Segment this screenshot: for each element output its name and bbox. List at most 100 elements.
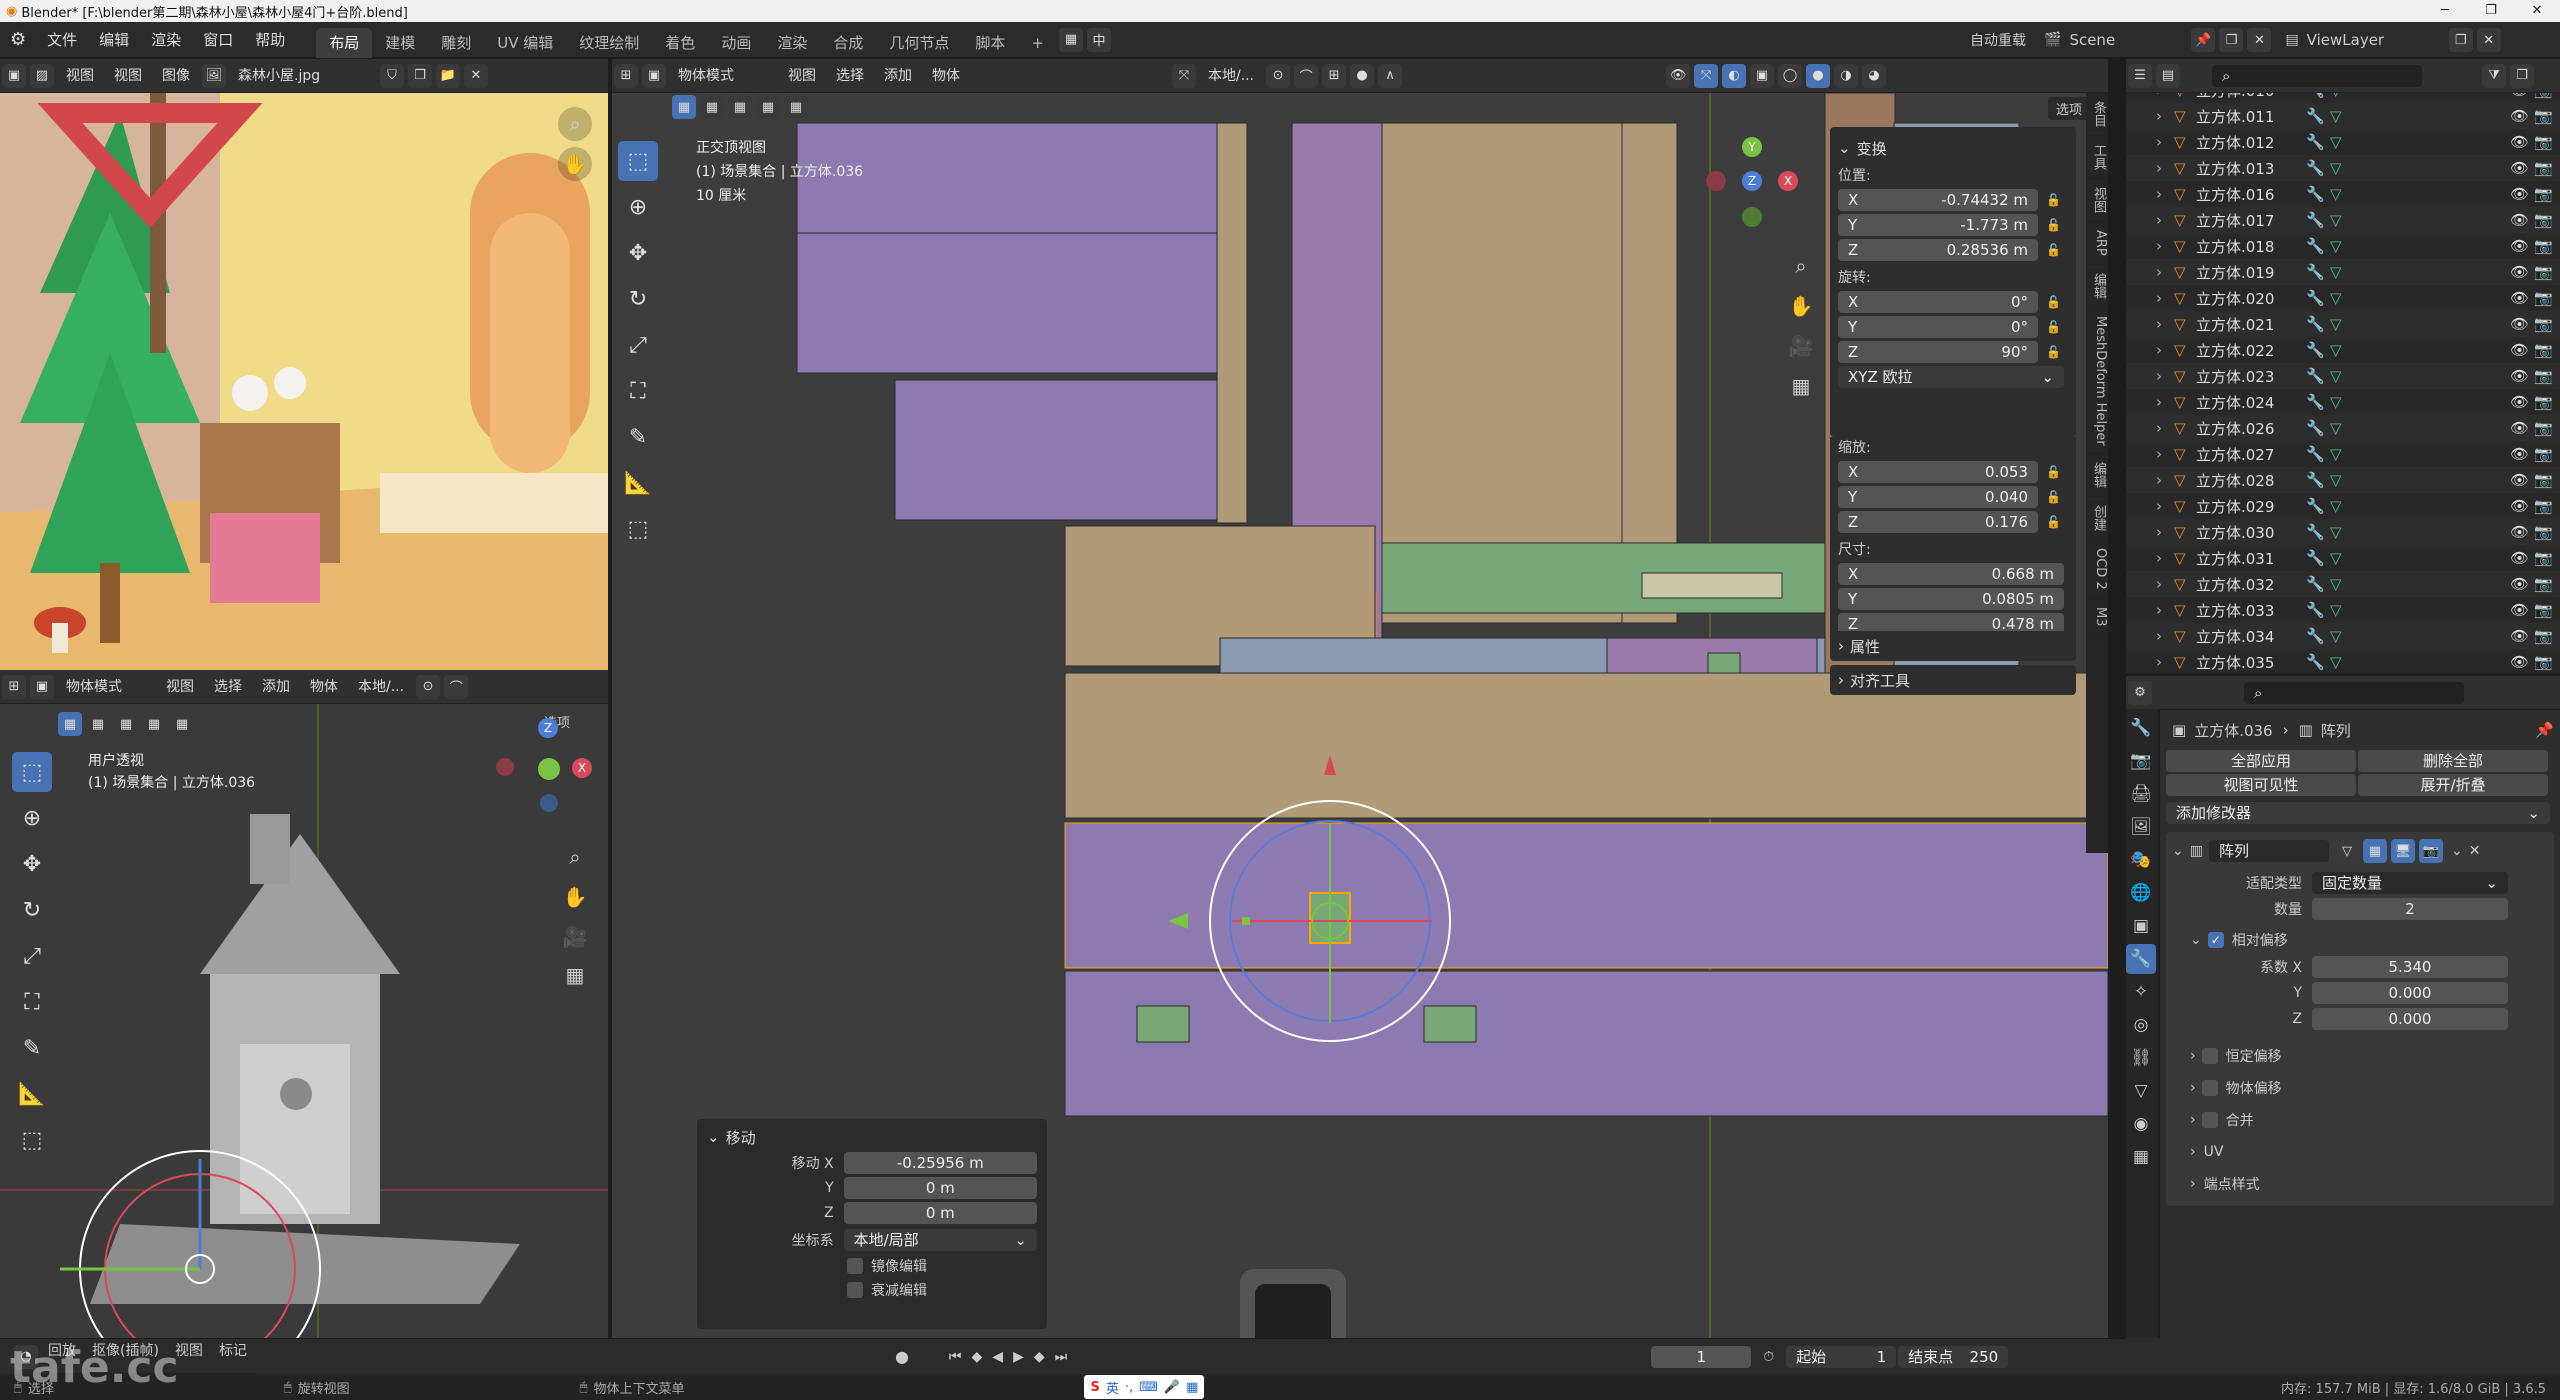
main-xray-icon[interactable]: ▣ [1750,63,1775,88]
gizmo-x[interactable]: X [1778,171,1798,191]
visibility-eye-icon[interactable]: 👁 [2510,133,2534,151]
main-orientation-icon[interactable]: ⤧ [1172,63,1196,88]
next-key-icon[interactable]: ◆ [1034,1349,1045,1365]
small-view-menu[interactable]: 视图 [156,670,204,704]
expand-arrow-icon[interactable]: › [2156,263,2174,281]
image-browse-icon[interactable]: 🖼 [202,63,226,88]
jump-start-icon[interactable]: ⏮ [949,1349,962,1365]
visibility-eye-icon[interactable]: 👁 [2510,341,2534,359]
render-camera-icon[interactable]: 📷 [2534,367,2560,385]
expand-arrow-icon[interactable]: › [2156,445,2174,463]
menu-edit[interactable]: 编辑 [88,22,140,58]
ime-lang[interactable]: 英 [1106,1378,1119,1397]
outliner-item-name[interactable]: 立方体.012 [2196,132,2306,153]
move-z-field[interactable]: 0 m [843,1202,1037,1224]
render-camera-icon[interactable]: 📷 [2534,185,2560,203]
expand-arrow-icon[interactable]: › [2156,601,2174,619]
view-layer-props-icon[interactable]: 🖼 [2126,812,2156,842]
relative-offset-checkbox[interactable]: ✓ [2207,932,2224,948]
lock-location-x-icon[interactable]: 🔓 [2046,193,2061,207]
tab-create[interactable]: 创建 [2086,497,2108,541]
ime-toolbar[interactable]: S 英 ·, ⌨ 🎤 ▦ [1084,1375,1205,1399]
attributes-panel[interactable]: › 属性 [1830,631,2076,661]
outliner-item-name[interactable]: 立方体.029 [2196,496,2306,517]
play-reverse-icon[interactable]: ◀ [992,1349,1003,1365]
expand-arrow-icon[interactable]: › [2156,107,2174,125]
falloff-checkbox[interactable] [847,1282,863,1298]
outliner-item-name[interactable]: 立方体.033 [2196,600,2306,621]
tab-tool[interactable]: 工具 [2086,136,2108,179]
marker-menu[interactable]: 标记 [210,1340,255,1374]
expand-arrow-icon[interactable]: › [2156,471,2174,489]
main-snap-target-icon[interactable]: ⊞ [1322,63,1347,88]
record-icon[interactable]: ● [895,1347,909,1366]
scale-y-field[interactable]: Y 0.040 [1838,486,2038,508]
scale-x-field[interactable]: X 0.053 [1838,461,2038,483]
data-props-icon[interactable]: ▽ [2126,1076,2156,1106]
small-nav-gizmo[interactable]: Z X [496,718,592,818]
main-move-tool-icon[interactable]: ✥ [618,233,658,273]
outliner-display-mode-icon[interactable]: ▤ [2156,63,2180,88]
expand-arrow-icon[interactable]: › [2156,237,2174,255]
main-pan-icon[interactable]: ✋ [1784,289,1818,323]
image-name-field[interactable]: 森林小屋.jpg [228,59,378,93]
orientation-dropdown[interactable]: 本地/局部 ⌄ [843,1229,1037,1251]
expand-arrow-icon[interactable]: › [2156,315,2174,333]
tab-modeling[interactable]: 建模 [372,28,428,58]
visibility-eye-icon[interactable]: 👁 [2510,107,2534,125]
end-frame-field[interactable]: 结束点 250 [1898,1345,2009,1368]
visibility-eye-icon[interactable]: 👁 [2510,419,2534,437]
tab-arp[interactable]: ARP [2086,222,2108,265]
outliner-item-name[interactable]: 立方体.018 [2196,236,2306,257]
main-camera-icon[interactable]: 🎥 [1784,329,1818,363]
ime-mic-icon[interactable]: 🎤 [1164,1380,1180,1395]
auto-reload-label[interactable]: 自动重载 [1970,30,2026,50]
ime-tools-icon[interactable]: ▦ [1186,1380,1198,1395]
close-window-button[interactable]: ✕ [2514,0,2560,22]
zoom-icon[interactable]: ⌕ [558,107,592,141]
expand-arrow-icon[interactable]: › [2156,497,2174,515]
small-editor-type-icon[interactable]: ⊞ [2,674,26,699]
apply-all-button[interactable]: 全部应用 [2166,750,2356,772]
outliner-item-name[interactable]: 立方体.022 [2196,340,2306,361]
main-rotate-tool-icon[interactable]: ↻ [618,279,658,319]
edit-mode-toggle-icon[interactable]: ▽ [2334,839,2359,863]
align-tools-panel[interactable]: › 对齐工具 [1830,665,2076,695]
outliner-item-name[interactable]: 立方体.023 [2196,366,2306,387]
outliner-row[interactable]: › ▽ 立方体.019 🔧 ▽ 👁 📷 [2126,259,2560,285]
main-measure-tool-icon[interactable]: 📐 [618,463,658,503]
render-camera-icon[interactable]: 📷 [2534,159,2560,177]
blender-menu-icon[interactable]: ⚙ [0,29,36,50]
small-camera-icon[interactable]: 🎥 [558,920,592,954]
menu-window[interactable]: 窗口 [192,22,244,58]
main-select-subtract-icon[interactable]: ▦ [728,95,752,119]
main-pivot-icon[interactable]: ⊙ [1266,63,1291,88]
outliner-item-name[interactable]: 立方体.028 [2196,470,2306,491]
main-select-invert-icon[interactable]: ▦ [756,95,780,119]
add-workspace-button[interactable]: + [1018,28,1057,58]
render-camera-icon[interactable]: 📷 [2534,107,2560,125]
shading-solid-icon[interactable]: ● [1806,63,1831,88]
main-visibility-icon[interactable]: 👁 [1666,63,1691,88]
shading-render-icon[interactable]: ◕ [1862,63,1887,88]
physics-props-icon[interactable]: ◎ [2126,1010,2156,1040]
small-select-menu[interactable]: 选择 [204,670,252,704]
lock-location-y-icon[interactable]: 🔓 [2046,218,2061,232]
tab-view[interactable]: 视图 [2086,179,2108,222]
material-props-icon[interactable]: ◉ [2126,1109,2156,1139]
current-frame-field[interactable]: 1 [1651,1345,1752,1368]
small-gizmo-neg-z[interactable] [540,794,558,812]
visibility-eye-icon[interactable]: 👁 [2510,159,2534,177]
modifier-menu-icon[interactable]: ⌄ [2451,843,2463,859]
main-editor-type-icon[interactable]: ⊞ [614,63,638,88]
outliner-row[interactable]: › ▽ 立方体.035 🔧 ▽ 👁 📷 [2126,649,2560,673]
properties-search-field[interactable]: ⌕ [2244,681,2464,704]
outliner-row[interactable]: › ▽ 立方体.012 🔧 ▽ 👁 📷 [2126,129,2560,155]
uv-section[interactable]: › UV [2190,1136,2548,1168]
render-camera-icon[interactable]: 📷 [2534,315,2560,333]
output-props-icon[interactable]: 🖨 [2126,779,2156,809]
visibility-eye-icon[interactable]: 👁 [2510,575,2534,593]
delete-all-button[interactable]: 删除全部 [2358,750,2548,772]
outliner-row[interactable]: › ▽ 立方体.028 🔧 ▽ 👁 📷 [2126,467,2560,493]
transform-header[interactable]: ⌄ 变换 [1838,133,2068,163]
